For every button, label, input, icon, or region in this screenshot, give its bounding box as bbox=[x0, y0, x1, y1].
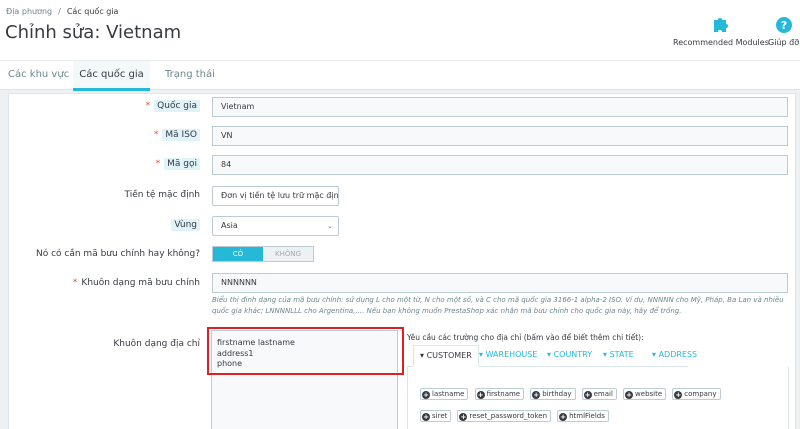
country-label: * Quốc gia bbox=[146, 100, 200, 112]
page-title: Chỉnh sửa: Vietnam bbox=[5, 22, 182, 43]
call-prefix-input[interactable]: 84 bbox=[212, 155, 788, 175]
address-format-label: Khuôn dạng địa chỉ bbox=[113, 339, 200, 349]
field-chip[interactable]: + htmlFields bbox=[557, 410, 609, 422]
main-tabs: Các khu vực Các quốc gia Trạng thái bbox=[0, 60, 800, 91]
plus-icon: + bbox=[559, 413, 568, 421]
address-fields-title: Yêu cầu các trường cho địa chỉ (bấm vào … bbox=[407, 333, 644, 342]
page-header: Địa phương / Các quốc gia Chỉnh sửa: Vietn… bbox=[0, 0, 800, 60]
toggle-yes[interactable]: CÓ bbox=[213, 247, 263, 261]
tab-countries[interactable]: Các quốc gia bbox=[73, 61, 150, 91]
default-currency-label: Tiền tệ mặc định bbox=[124, 190, 200, 200]
address-field-tabs: ▾ Customer ▾ Warehouse ▾ Country ▾ State… bbox=[407, 345, 697, 367]
need-zip-code-toggle[interactable]: CÓ KHÔNG bbox=[212, 246, 314, 262]
field-chip[interactable]: + birthday bbox=[530, 388, 576, 400]
field-chip[interactable]: + lastname bbox=[420, 388, 469, 400]
field-tab-warehouse[interactable]: ▾ Warehouse bbox=[479, 345, 537, 367]
plus-icon: + bbox=[674, 391, 683, 399]
toggle-no[interactable]: KHÔNG bbox=[263, 247, 313, 261]
zone-value: Asia bbox=[221, 221, 238, 230]
breadcrumb-countries[interactable]: Các quốc gia bbox=[67, 7, 119, 16]
help-button[interactable]: ? Giúp đỡ bbox=[768, 16, 799, 47]
field-tab-country[interactable]: ▾ Country bbox=[547, 345, 592, 367]
iso-code-input[interactable]: VN bbox=[212, 126, 788, 146]
svg-text:?: ? bbox=[780, 19, 786, 32]
zip-code-help-text: Biểu thị định dạng của mã bưu chính: sử … bbox=[212, 296, 784, 315]
chevron-down-icon: ⌄ bbox=[327, 192, 333, 200]
field-chip[interactable]: + website bbox=[623, 388, 667, 400]
plus-icon: + bbox=[422, 391, 430, 399]
country-name-input[interactable]: Vietnam bbox=[212, 97, 788, 117]
field-chip-list: + lastname + firstname + birthday + email + w… bbox=[420, 381, 740, 425]
breadcrumb-localization[interactable]: Địa phương bbox=[6, 7, 52, 16]
puzzle-icon bbox=[713, 18, 728, 32]
zone-select[interactable]: Asia ⌄ bbox=[212, 216, 339, 236]
tab-states[interactable]: Trạng thái bbox=[165, 61, 225, 91]
field-chip[interactable]: + firstname bbox=[474, 388, 525, 400]
field-chip[interactable]: + reset_password_token bbox=[457, 410, 552, 422]
recommended-modules-label: Recommended Modules bbox=[673, 38, 769, 47]
plus-icon: + bbox=[422, 413, 430, 421]
help-label: Giúp đỡ bbox=[768, 38, 800, 47]
breadcrumb-separator: / bbox=[58, 7, 61, 16]
field-tab-state[interactable]: ▾ State bbox=[603, 345, 634, 367]
recommended-modules-button[interactable]: Recommended Modules bbox=[673, 16, 769, 47]
breadcrumb: Địa phương / Các quốc gia bbox=[6, 7, 118, 16]
plus-icon: + bbox=[459, 413, 468, 421]
field-tab-customer[interactable]: ▾ Customer bbox=[413, 345, 479, 367]
chevron-down-icon: ⌄ bbox=[327, 222, 333, 230]
tab-zones[interactable]: Các khu vực bbox=[0, 61, 72, 91]
help-icon: ? bbox=[775, 17, 792, 33]
highlight-annotation-box bbox=[207, 327, 404, 375]
field-chip[interactable]: + siret bbox=[420, 410, 452, 422]
plus-icon: + bbox=[583, 391, 592, 399]
field-chip[interactable]: + company bbox=[672, 388, 721, 400]
default-currency-select[interactable]: Đơn vị tiền tệ lưu trữ mặc định ⌄ bbox=[212, 186, 339, 206]
plus-icon: + bbox=[532, 391, 541, 399]
need-zip-code-label: Nó có cần mã bưu chính hay không? bbox=[35, 249, 200, 259]
zip-code-format-label: * Khuôn dạng mã bưu chính bbox=[72, 278, 200, 288]
zip-code-format-input[interactable]: NNNNNN bbox=[212, 273, 788, 293]
field-tab-address[interactable]: ▾ Address bbox=[652, 345, 697, 367]
iso-code-label: * Mã ISO bbox=[154, 129, 200, 141]
default-currency-value: Đơn vị tiền tệ lưu trữ mặc định bbox=[221, 191, 339, 200]
field-chip[interactable]: + email bbox=[581, 388, 617, 400]
plus-icon: + bbox=[625, 391, 634, 399]
zone-label: Vùng bbox=[171, 219, 200, 231]
plus-icon: + bbox=[476, 391, 485, 399]
call-prefix-label: * Mã gọi bbox=[156, 158, 200, 170]
